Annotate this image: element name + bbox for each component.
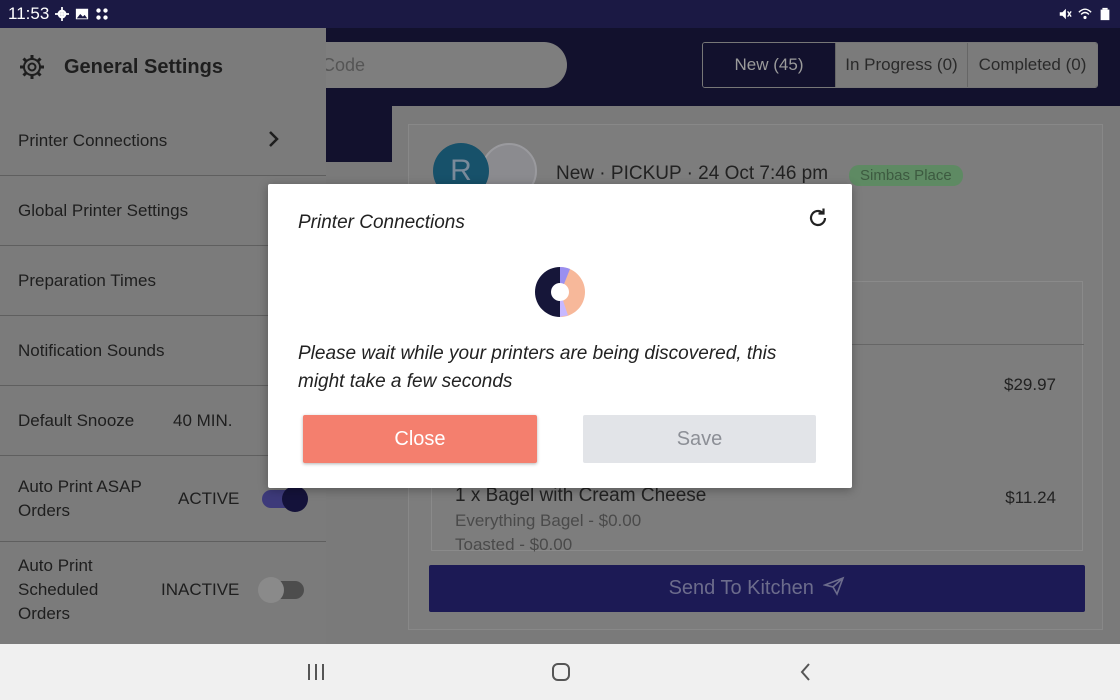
drawer-title: General Settings	[64, 55, 223, 78]
status-bar: 11:53	[0, 0, 1120, 28]
send-icon	[822, 576, 845, 596]
toggle-status: INACTIVE	[161, 580, 240, 599]
menu-item-label: Default Snooze	[18, 410, 135, 430]
tab-in-progress[interactable]: In Progress (0)	[835, 43, 967, 87]
menu-item-auto-print-scheduled: Auto Print Scheduled Orders INACTIVE	[0, 542, 326, 638]
mute-icon	[1059, 8, 1072, 20]
order-title: New · PICKUP · 24 Oct 7:46 pm	[556, 163, 829, 184]
refresh-icon[interactable]	[806, 206, 830, 230]
auto-print-asap-toggle[interactable]	[262, 485, 308, 512]
save-button[interactable]: Save	[583, 415, 816, 463]
item-option: Everything Bagel - $0.00	[455, 511, 642, 530]
menu-item-label: Global Printer Settings	[18, 200, 189, 220]
send-to-kitchen-label: Send To Kitchen	[668, 577, 814, 599]
image-icon	[76, 8, 89, 20]
loading-spinner-icon	[535, 266, 585, 317]
status-time: 11:53	[8, 4, 50, 23]
system-nav-bar	[0, 644, 1120, 700]
tab-new[interactable]: New (45)	[703, 43, 835, 87]
gear-icon	[55, 7, 70, 21]
battery-icon	[1100, 7, 1110, 21]
recent-apps-icon[interactable]	[306, 662, 326, 682]
drawer-header: General Settings	[0, 28, 326, 106]
chevron-right-icon	[269, 131, 279, 147]
item-name: 1 x Bagel with Cream Cheese	[455, 485, 707, 506]
menu-item-label: Notification Sounds	[18, 340, 165, 360]
apps-icon	[96, 8, 108, 20]
close-button[interactable]: Close	[303, 415, 537, 463]
item-price: $29.97	[1004, 375, 1056, 394]
auto-print-scheduled-toggle[interactable]	[258, 577, 304, 603]
menu-item-label: Auto Print ASAP Orders	[18, 476, 142, 520]
back-icon[interactable]	[796, 662, 816, 682]
snooze-value: 40 MIN.	[173, 410, 233, 430]
menu-item-printer-connections[interactable]: Printer Connections	[0, 106, 326, 176]
gear-icon	[20, 55, 44, 79]
tab-completed[interactable]: Completed (0)	[967, 43, 1097, 87]
send-to-kitchen-button[interactable]: Send To Kitchen	[429, 565, 1085, 612]
divider	[852, 344, 1084, 345]
search-input[interactable]: Code	[290, 42, 567, 88]
menu-item-label: Printer Connections	[18, 130, 168, 150]
dialog-title: Printer Connections	[298, 212, 465, 233]
header-strip	[326, 106, 392, 162]
home-icon[interactable]	[551, 662, 571, 682]
wifi-icon	[1078, 8, 1092, 20]
order-tabs: New (45) In Progress (0) Completed (0)	[702, 42, 1098, 88]
toggle-status: ACTIVE	[178, 488, 240, 508]
item-option: Toasted - $0.00	[455, 535, 573, 554]
dialog-message: Please wait while your printers are bein…	[298, 343, 777, 392]
item-price: $11.24	[1005, 488, 1056, 507]
menu-item-label: Auto Print Scheduled Orders	[18, 556, 99, 623]
store-badge: Simbas Place	[849, 165, 963, 186]
menu-item-label: Preparation Times	[18, 270, 156, 290]
printer-connections-dialog: Printer Connections Please wait while yo…	[268, 184, 852, 488]
